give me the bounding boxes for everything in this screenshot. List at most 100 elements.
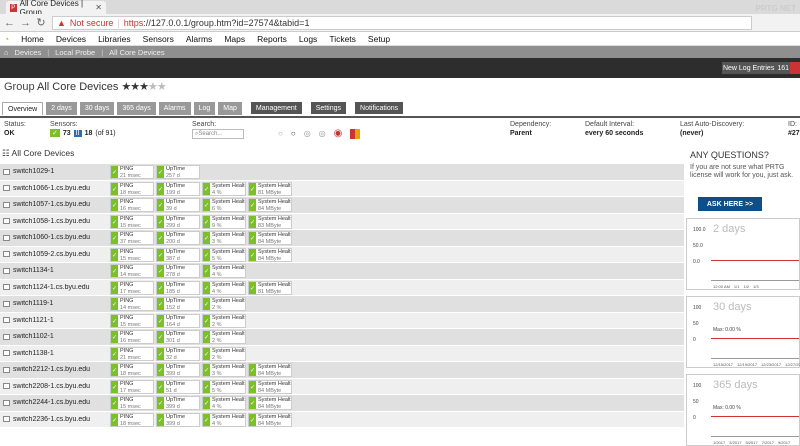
sensor-tile[interactable]: ✓ UpTime 301 d	[156, 330, 200, 344]
sensor-tile[interactable]: ✓ PING 18 msec	[110, 412, 154, 427]
sensor-tile[interactable]: ✓ UpTime 185 d	[156, 280, 200, 295]
breadcrumb-item[interactable]: Local Probe	[55, 48, 95, 57]
sensor-tile[interactable]: ✓ PING 21 msec	[110, 346, 154, 361]
view-small-icon[interactable]: ○	[278, 129, 283, 138]
device-name[interactable]: switch2212-1.cs.byu.edu	[13, 366, 111, 373]
device-name[interactable]: switch2236-1.cs.byu.edu	[13, 416, 111, 423]
sensor-tile[interactable]: ✓System Healt...84 MByte	[248, 379, 292, 394]
sensor-tile[interactable]: ✓ UpTime 51 d	[156, 379, 200, 394]
table-row[interactable]: switch2236-1.cs.byu.edu ✓ PING 18 msec ✓ UpTi…	[0, 411, 684, 428]
sensor-tile[interactable]: ✓System Healt...3 %	[202, 363, 246, 377]
sensor-tile[interactable]: ✓System Healt...81 MByte	[248, 181, 292, 196]
menu-item-tickets[interactable]: Tickets	[329, 34, 356, 44]
tab-2-days[interactable]: 2 days	[46, 102, 77, 115]
table-row[interactable]: switch2208-1.cs.byu.edu ✓ PING 17 msec ✓ UpTi…	[0, 378, 684, 395]
sensor-tile[interactable]: ✓System Healt...84 MByte	[248, 412, 292, 427]
device-name[interactable]: switch1134-1	[13, 267, 111, 274]
sensor-tile[interactable]: ✓System Healt...83 MByte	[248, 214, 292, 229]
history-chart[interactable]: 30 days 100 50 0 Max: 0.00 % 12/15/2017 12/19/…	[686, 296, 800, 368]
sensor-tile[interactable]: ✓ PING 17 msec	[110, 379, 154, 394]
sensors-up-icon[interactable]: ✓	[50, 129, 60, 137]
tab-365-days[interactable]: 365 days	[117, 102, 156, 115]
table-row[interactable]: switch1058-1.cs.byu.edu ✓ PING 15 msec ✓ UpTi…	[0, 213, 684, 230]
close-tab-icon[interactable]: ✕	[95, 3, 102, 12]
sensor-tile[interactable]: ✓System Healt...4 %	[202, 396, 246, 410]
browser-tab[interactable]: P All Core Devices | Group ✕	[6, 0, 106, 17]
treemap-icon[interactable]	[350, 128, 361, 139]
sensor-tile[interactable]: ✓ UpTime 200 d	[156, 231, 200, 245]
view-medium-icon[interactable]: ○	[291, 129, 296, 138]
sunburst-icon[interactable]: ◉	[334, 128, 343, 139]
table-row[interactable]: switch1124-1.cs.byu.edu ✓ PING 17 msec ✓ UpTi…	[0, 279, 684, 296]
sensor-tile[interactable]: ✓ UpTime 399 d	[156, 363, 200, 377]
sensor-tile[interactable]: ✓System Healt...84 MByte	[248, 363, 292, 377]
sensors-paused-icon[interactable]: II	[73, 129, 82, 137]
history-chart[interactable]: 2 days 100.0 50.0 0.0 12:00 AM 1/1 1/2 1/3	[686, 218, 800, 290]
device-name[interactable]: switch1138-1	[13, 350, 111, 357]
address-bar[interactable]: ▲ Not secure | https://127.0.0.1/group.h…	[52, 15, 752, 30]
table-row[interactable]: switch1134-1 ✓ PING 14 msec ✓ UpTime 278 d ✓ Sys…	[0, 263, 684, 280]
sensor-tile[interactable]: ✓System Healt...4 %	[202, 412, 246, 427]
sensor-tile[interactable]: ✓ UpTime 152 d	[156, 297, 200, 311]
sensor-tile[interactable]: ✓System Healt...9 %	[202, 214, 246, 229]
sensor-tile[interactable]: ✓ PING 15 msec	[110, 247, 154, 262]
device-name[interactable]: switch2208-1.cs.byu.edu	[13, 383, 111, 390]
sensor-tile[interactable]: ✓ PING 14 msec	[110, 264, 154, 278]
sensor-tile[interactable]: ✓ UpTime 32 d	[156, 346, 200, 361]
settings-button[interactable]: Settings	[310, 102, 347, 114]
sensor-tile[interactable]: ✓System Healt...2 %	[202, 346, 246, 361]
sensor-tile[interactable]: ✓ UpTime 257 d	[156, 165, 200, 179]
sensor-tile[interactable]: ✓ PING 15 msec	[110, 313, 154, 328]
sensor-tile[interactable]: ✓System Healt...4 %	[202, 280, 246, 295]
menu-item-devices[interactable]: Devices	[56, 34, 86, 44]
alarm-indicator[interactable]	[790, 62, 800, 74]
notifications-button[interactable]: Notifications	[355, 102, 404, 114]
sensor-tile[interactable]: ✓System Healt...84 MByte	[248, 247, 292, 262]
device-name[interactable]: switch2244-1.cs.byu.edu	[13, 399, 111, 406]
device-name[interactable]: switch1058-1.cs.byu.edu	[13, 218, 111, 225]
device-name[interactable]: switch1119-1	[13, 300, 111, 307]
sensor-tile[interactable]: ✓System Healt...4 %	[202, 181, 246, 196]
ask-here-button[interactable]: ASK HERE >>	[698, 197, 762, 211]
priority-stars[interactable]: ★★★★★	[121, 81, 166, 93]
sensor-tile[interactable]: ✓System Healt...6 %	[202, 198, 246, 212]
menu-item-setup[interactable]: Setup	[368, 34, 390, 44]
tab-30-days[interactable]: 30 days	[79, 102, 115, 115]
device-name[interactable]: switch1029-1	[13, 168, 111, 175]
sensor-tile[interactable]: ✓System Healt...5 %	[202, 379, 246, 394]
reload-icon[interactable]: ↻	[36, 16, 46, 29]
table-row[interactable]: switch1138-1 ✓ PING 21 msec ✓ UpTime 32 d ✓ Syst…	[0, 345, 684, 362]
home-icon[interactable]: ⌂	[4, 48, 9, 57]
sensor-tile[interactable]: ✓ PING 17 msec	[110, 280, 154, 295]
menu-item-home[interactable]: Home	[21, 34, 44, 44]
device-name[interactable]: switch1057-1.cs.byu.edu	[13, 201, 111, 208]
view-list-icon[interactable]: ◎	[319, 129, 326, 138]
breadcrumb-item[interactable]: Devices	[15, 48, 42, 57]
sensor-tile[interactable]: ✓System Healt...84 MByte	[248, 231, 292, 245]
sensor-tile[interactable]: ✓ PING 37 msec	[110, 231, 154, 245]
sensor-tile[interactable]: ✓System Healt...81 MByte	[248, 280, 292, 295]
table-row[interactable]: switch1119-1 ✓ PING 14 msec ✓ UpTime 152 d ✓ Sys…	[0, 296, 684, 313]
sensor-tile[interactable]: ✓ UpTime 164 d	[156, 313, 200, 328]
sensor-tile[interactable]: ✓ PING 18 msec	[110, 181, 154, 196]
tab-log[interactable]: Log	[193, 102, 216, 115]
tab-alarms[interactable]: Alarms	[158, 102, 191, 115]
sensor-tile[interactable]: ✓ UpTime 399 d	[156, 412, 200, 427]
menu-item-alarms[interactable]: Alarms	[186, 34, 212, 44]
sensor-tile[interactable]: ✓System Healt...84 MByte	[248, 198, 292, 212]
management-button[interactable]: Management	[250, 102, 302, 114]
menu-item-sensors[interactable]: Sensors	[143, 34, 174, 44]
sensor-tile[interactable]: ✓ UpTime 278 d	[156, 264, 200, 278]
tab-overview[interactable]: Overview	[2, 102, 44, 115]
sensor-tile[interactable]: ✓ PING 18 msec	[110, 363, 154, 377]
sensor-tile[interactable]: ✓System Healt...2 %	[202, 330, 246, 344]
table-row[interactable]: switch2244-1.cs.byu.edu ✓ PING 15 msec ✓ UpTi…	[0, 395, 684, 412]
sensor-tile[interactable]: ✓ UpTime 387 d	[156, 247, 200, 262]
table-row[interactable]: switch1102-1 ✓ PING 16 msec ✓ UpTime 301 d ✓ Sys…	[0, 329, 684, 346]
sensor-tile[interactable]: ✓ PING 16 msec	[110, 198, 154, 212]
sensor-tile[interactable]: ✓System Healt...2 %	[202, 297, 246, 311]
sensor-tile[interactable]: ✓System Healt...4 %	[202, 264, 246, 278]
sensor-tile[interactable]: ✓System Healt...2 %	[202, 313, 246, 328]
sensor-tile[interactable]: ✓ PING 16 msec	[110, 330, 154, 344]
breadcrumb-item[interactable]: All Core Devices	[109, 48, 164, 57]
